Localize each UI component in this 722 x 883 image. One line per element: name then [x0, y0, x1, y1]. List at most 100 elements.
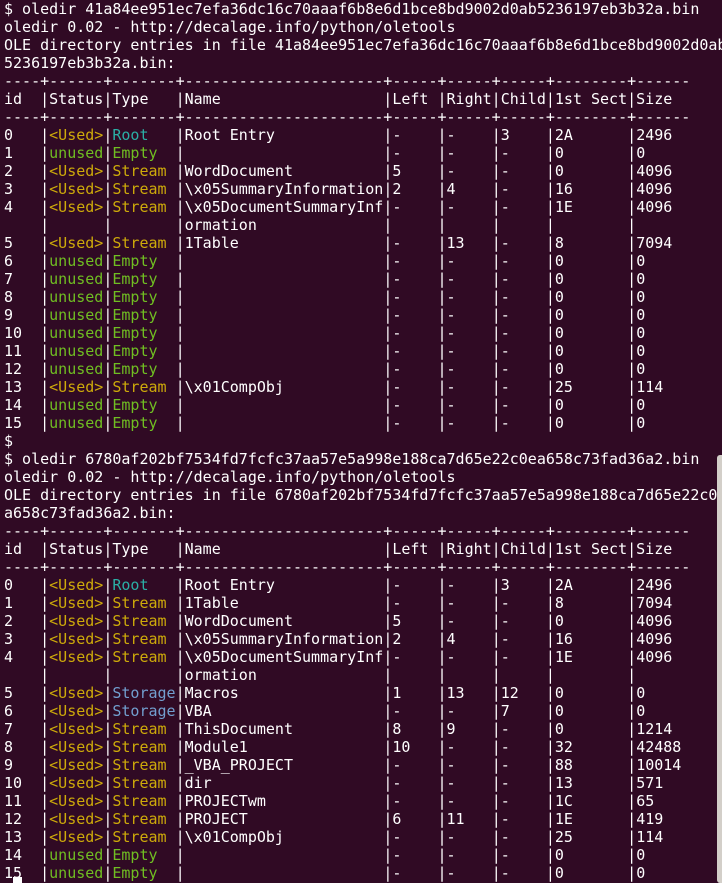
- version-line: oledir 0.02 - http://decalage.info/pytho…: [4, 18, 722, 36]
- name-cell: [185, 270, 384, 288]
- table-separator: ----+------+-------+--------------------…: [4, 522, 722, 540]
- table-row: 9 |unused|Empty | |- |- |- |0 |0: [4, 306, 722, 324]
- type-cell: Empty: [112, 252, 175, 270]
- table-row: 10 |<Used>|Stream |dir |- |- |- |13 |571: [4, 774, 722, 792]
- info-line: 5236197eb3b32a.bin:: [4, 54, 722, 72]
- command-line: $ oledir 6780af202bf7534fd7fcfc37aa57e5a…: [4, 450, 722, 468]
- name-cell: 1Table: [185, 234, 384, 252]
- status-cell: unused: [49, 414, 103, 432]
- type-cell: Empty: [112, 414, 175, 432]
- table-row: 2 |<Used>|Stream |WordDocument |5 |- |- …: [4, 162, 722, 180]
- name-cell: [185, 864, 384, 882]
- status-cell: <Used>: [49, 702, 103, 720]
- table-header: id |Status|Type |Name |Left |Right|Child…: [4, 90, 722, 108]
- status-cell: <Used>: [49, 720, 103, 738]
- type-cell: Empty: [112, 144, 175, 162]
- table-row: 5 |<Used>|Stream |1Table |- |13 |- |8 |7…: [4, 234, 722, 252]
- name-cell: [185, 846, 384, 864]
- name-cell: \x05SummaryInformation: [185, 630, 384, 648]
- name-cell: PROJECT: [185, 810, 384, 828]
- status-cell: unused: [49, 324, 103, 342]
- status-cell: unused: [49, 144, 103, 162]
- name-cell: [185, 288, 384, 306]
- table-row: 4 |<Used>|Stream |\x05DocumentSummaryInf…: [4, 198, 722, 216]
- type-cell: Stream: [112, 828, 175, 846]
- status-cell: <Used>: [49, 576, 103, 594]
- table-row: 6 |unused|Empty | |- |- |- |0 |0: [4, 252, 722, 270]
- status-cell: <Used>: [49, 684, 103, 702]
- name-cell: Root Entry: [185, 126, 384, 144]
- table-row: 11 |unused|Empty | |- |- |- |0 |0: [4, 342, 722, 360]
- type-cell: Root: [112, 576, 175, 594]
- status-cell: <Used>: [49, 774, 103, 792]
- table-row: 12 |<Used>|Stream |PROJECT |6 |11 |- |1E…: [4, 810, 722, 828]
- name-cell: PROJECTwm: [185, 792, 384, 810]
- type-cell: Stream: [112, 756, 175, 774]
- type-cell: Stream: [112, 630, 175, 648]
- type-cell: Stream: [112, 720, 175, 738]
- status-cell: <Used>: [49, 756, 103, 774]
- status-cell: unused: [49, 396, 103, 414]
- status-cell: <Used>: [49, 126, 103, 144]
- table-separator: ----+------+-------+--------------------…: [4, 72, 722, 90]
- name-cell: \x05DocumentSummaryInf: [185, 198, 384, 216]
- name-cell: [185, 324, 384, 342]
- scrollbar-thumb[interactable]: [717, 455, 722, 883]
- table-row: 11 |<Used>|Stream |PROJECTwm |- |- |- |1…: [4, 792, 722, 810]
- type-cell: Empty: [112, 396, 175, 414]
- table-row: 3 |<Used>|Stream |\x05SummaryInformation…: [4, 180, 722, 198]
- name-cell: 1Table: [185, 594, 384, 612]
- status-cell: <Used>: [49, 180, 103, 198]
- status-cell: unused: [49, 252, 103, 270]
- type-cell: Empty: [112, 846, 175, 864]
- type-cell: Root: [112, 126, 175, 144]
- name-cell: dir: [185, 774, 384, 792]
- table-row: 15 |unused|Empty | |- |- |- |0 |0: [4, 414, 722, 432]
- type-cell: Stream: [112, 774, 175, 792]
- type-cell: Empty: [112, 864, 175, 882]
- type-cell: Stream: [112, 378, 175, 396]
- table-row: 9 |<Used>|Stream |_VBA_PROJECT |- |- |- …: [4, 756, 722, 774]
- status-cell: unused: [49, 306, 103, 324]
- name-cell: [185, 342, 384, 360]
- type-cell: Storage: [112, 684, 175, 702]
- name-cell: Root Entry: [185, 576, 384, 594]
- table-row: 13 |<Used>|Stream |\x01CompObj |- |- |- …: [4, 378, 722, 396]
- table-row: 7 |<Used>|Stream |ThisDocument |8 |9 |- …: [4, 720, 722, 738]
- terminal-output: $ oledir 41a84ee951ec7efa36dc16c70aaaf6b…: [4, 0, 722, 882]
- table-separator: ----+------+-------+--------------------…: [4, 108, 722, 126]
- type-cell: Stream: [112, 810, 175, 828]
- type-cell: Stream: [112, 162, 175, 180]
- name-cell: WordDocument: [185, 162, 384, 180]
- status-cell: unused: [49, 342, 103, 360]
- table-row: 13 |<Used>|Stream |\x01CompObj |- |- |- …: [4, 828, 722, 846]
- table-row: 0 |<Used>|Root |Root Entry |- |- |3 |2A …: [4, 126, 722, 144]
- status-cell: <Used>: [49, 378, 103, 396]
- table-row: 2 |<Used>|Stream |WordDocument |5 |- |- …: [4, 612, 722, 630]
- status-cell: <Used>: [49, 738, 103, 756]
- table-row-continuation: | | |ormation | | | | |: [4, 216, 722, 234]
- type-cell: Stream: [112, 612, 175, 630]
- type-cell: Empty: [112, 324, 175, 342]
- type-cell: Stream: [112, 648, 175, 666]
- status-cell: <Used>: [49, 162, 103, 180]
- name-cell: [185, 414, 384, 432]
- status-cell: unused: [49, 846, 103, 864]
- status-cell: <Used>: [49, 612, 103, 630]
- name-cell: \x05SummaryInformation: [185, 180, 384, 198]
- table-row: 8 |<Used>|Stream |Module1 |10 |- |- |32 …: [4, 738, 722, 756]
- name-cell: ThisDocument: [185, 720, 384, 738]
- name-cell: Macros: [185, 684, 384, 702]
- name-cell: Module1: [185, 738, 384, 756]
- name-cell: [185, 396, 384, 414]
- name-cell: WordDocument: [185, 612, 384, 630]
- table-row: 10 |unused|Empty | |- |- |- |0 |0: [4, 324, 722, 342]
- table-row: 1 |unused|Empty | |- |- |- |0 |0: [4, 144, 722, 162]
- command-line: $ oledir 41a84ee951ec7efa36dc16c70aaaf6b…: [4, 0, 722, 18]
- table-row: 7 |unused|Empty | |- |- |- |0 |0: [4, 270, 722, 288]
- status-cell: <Used>: [49, 792, 103, 810]
- command-line-text: $ oledir 41a84ee951ec7efa36dc16c70aaaf6b…: [4, 0, 699, 18]
- status-cell: unused: [49, 270, 103, 288]
- name-cell-continuation: ormation: [185, 666, 384, 684]
- table-row: 6 |<Used>|Storage|VBA |- |- |7 |0 |0: [4, 702, 722, 720]
